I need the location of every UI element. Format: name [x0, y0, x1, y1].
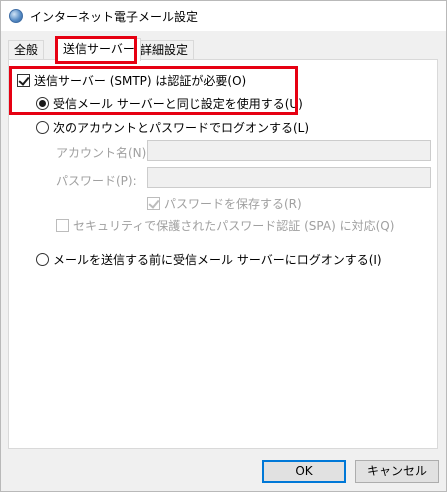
spa-row[interactable]: セキュリティで保護されたパスワード認証 (SPA) に対応(Q) [56, 217, 394, 234]
require-auth-checkbox[interactable] [17, 74, 30, 87]
same-as-incoming-row[interactable]: 受信メール サーバーと同じ設定を使用する(U) [36, 95, 303, 112]
same-as-incoming-radio[interactable] [36, 97, 49, 110]
remember-password-checkbox[interactable] [147, 197, 160, 210]
password-label: パスワード(P): [56, 174, 137, 188]
tab-strip: 全般 送信サーバー 詳細設定 [1, 31, 446, 61]
window-title: インターネット電子メール設定 [30, 10, 199, 24]
tab-advanced[interactable]: 詳細設定 [134, 40, 195, 60]
globe-icon [9, 9, 23, 23]
logon-before-send-radio[interactable] [36, 253, 49, 266]
spa-checkbox[interactable] [56, 219, 69, 232]
spa-label: セキュリティで保護されたパスワード認証 (SPA) に対応(Q) [73, 219, 395, 233]
logon-before-send-row[interactable]: メールを送信する前に受信メール サーバーにログオンする(I) [36, 251, 382, 268]
logon-using-radio[interactable] [36, 121, 49, 134]
remember-password-row[interactable]: パスワードを保存する(R) [147, 195, 302, 212]
logon-before-send-label: メールを送信する前に受信メール サーバーにログオンする(I) [53, 253, 382, 267]
account-name-input[interactable] [147, 140, 431, 161]
same-as-incoming-label: 受信メール サーバーと同じ設定を使用する(U) [53, 97, 303, 111]
logon-using-label: 次のアカウントとパスワードでログオンする(L) [53, 121, 310, 135]
title-bar: インターネット電子メール設定 [1, 1, 446, 31]
tab-outgoing-server[interactable]: 送信サーバー [57, 38, 141, 61]
account-name-label: アカウント名(N): [56, 146, 151, 160]
tab-general[interactable]: 全般 [8, 40, 45, 60]
cancel-button[interactable]: キャンセル [355, 460, 439, 483]
require-auth-row[interactable]: 送信サーバー (SMTP) は認証が必要(O) [17, 72, 246, 89]
settings-dialog: インターネット電子メール設定 全般 送信サーバー 詳細設定 送信サーバー (SM… [0, 0, 447, 492]
ok-button[interactable]: OK [262, 460, 346, 483]
logon-using-row[interactable]: 次のアカウントとパスワードでログオンする(L) [36, 119, 309, 136]
require-auth-label: 送信サーバー (SMTP) は認証が必要(O) [34, 74, 247, 88]
password-input[interactable] [147, 167, 431, 188]
remember-password-label: パスワードを保存する(R) [164, 197, 302, 211]
